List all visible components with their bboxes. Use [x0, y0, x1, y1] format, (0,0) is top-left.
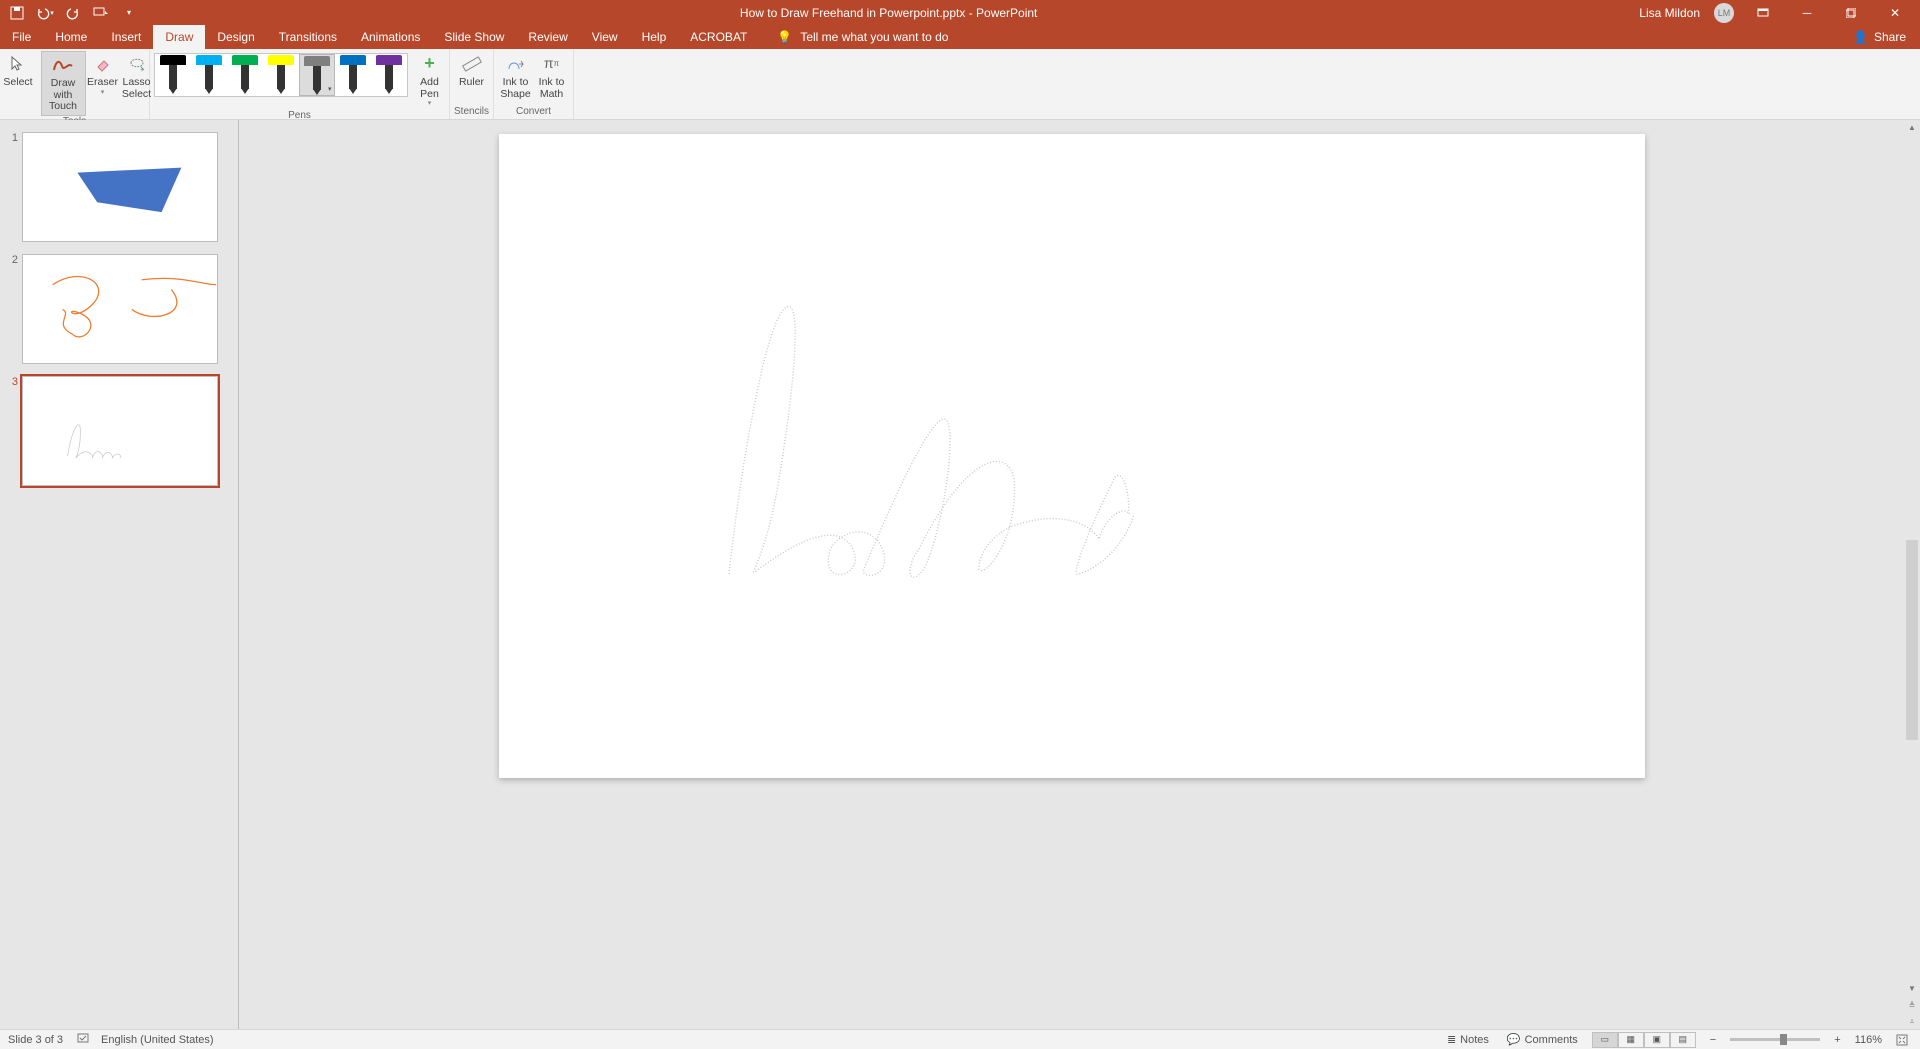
plus-icon: + — [419, 53, 441, 75]
start-from-beginning-icon[interactable] — [92, 4, 110, 22]
tab-file[interactable]: File — [0, 25, 43, 49]
lightbulb-icon: 💡 — [777, 30, 792, 44]
slide-thumbnail-1[interactable] — [22, 132, 218, 242]
maximize-button[interactable] — [1836, 0, 1866, 25]
tab-draw[interactable]: Draw — [153, 25, 205, 49]
lasso-icon: + — [126, 53, 148, 75]
pen-item-0[interactable] — [155, 54, 191, 96]
pen-gallery: ▾ — [154, 53, 408, 97]
ink-to-shape-icon — [505, 53, 527, 75]
pen-item-4[interactable]: ▾ — [299, 54, 335, 96]
scroll-up-icon[interactable]: ▲ — [1904, 120, 1920, 134]
zoom-out-button[interactable]: − — [1706, 1034, 1720, 1046]
close-button[interactable]: ✕ — [1880, 0, 1910, 25]
slide-canvas[interactable] — [499, 134, 1645, 778]
eraser-button[interactable]: Eraser▾ — [86, 51, 120, 98]
slide-thumbnail-3[interactable] — [22, 376, 218, 486]
normal-view-button[interactable]: ▭ — [1592, 1032, 1618, 1048]
ink-to-shape-button[interactable]: Ink to Shape — [498, 51, 534, 102]
comments-button[interactable]: 💬Comments — [1503, 1033, 1582, 1046]
add-pen-button[interactable]: + Add Pen▾ — [414, 51, 446, 110]
tab-acrobat[interactable]: ACROBAT — [678, 25, 759, 49]
scroll-down-icon[interactable]: ▼ — [1904, 981, 1920, 995]
hello-drawing — [709, 279, 1169, 589]
avatar[interactable]: LM — [1714, 3, 1734, 23]
tab-insert[interactable]: Insert — [99, 25, 153, 49]
language-label[interactable]: English (United States) — [101, 1034, 214, 1046]
tab-view[interactable]: View — [580, 25, 630, 49]
next-slide-icon[interactable]: ⩡ — [1904, 1015, 1920, 1029]
thumb-number-1: 1 — [8, 132, 22, 144]
tell-me-search[interactable]: 💡 Tell me what you want to do — [759, 25, 948, 49]
ruler-icon — [461, 53, 483, 75]
cursor-icon — [7, 53, 29, 75]
group-label-stencils: Stencils — [454, 106, 489, 119]
lasso-select-button[interactable]: + Lasso Select — [120, 51, 154, 102]
thumb-number-3: 3 — [8, 376, 22, 388]
slide-thumbnail-2[interactable] — [22, 254, 218, 364]
pen-item-1[interactable] — [191, 54, 227, 96]
share-button[interactable]: Share — [1874, 30, 1906, 44]
user-name: Lisa Mildon — [1639, 6, 1700, 20]
spellcheck-icon[interactable] — [77, 1032, 91, 1047]
tab-review[interactable]: Review — [516, 25, 579, 49]
zoom-in-button[interactable]: + — [1830, 1034, 1844, 1046]
vertical-scrollbar[interactable]: ▲ ▼ ≜ ⩡ — [1904, 120, 1920, 1029]
zoom-level[interactable]: 116% — [1855, 1034, 1882, 1046]
group-stencils: Ruler Stencils — [450, 49, 494, 119]
slide-editor[interactable] — [239, 120, 1904, 1029]
app-suffix: - PowerPoint — [965, 6, 1037, 20]
prev-slide-icon[interactable]: ≜ — [1904, 998, 1920, 1012]
customize-qat-icon[interactable]: ▾ — [120, 4, 138, 22]
pen-item-5[interactable] — [335, 54, 371, 96]
svg-text:+: + — [140, 67, 144, 73]
slide-thumbnail-panel: 1 2 3 — [0, 120, 239, 1029]
tab-home[interactable]: Home — [43, 25, 99, 49]
tab-slide-show[interactable]: Slide Show — [432, 25, 516, 49]
pen-item-2[interactable] — [227, 54, 263, 96]
tab-help[interactable]: Help — [630, 25, 679, 49]
fit-to-window-button[interactable] — [1892, 1034, 1912, 1046]
pen-item-3[interactable] — [263, 54, 299, 96]
redo-icon[interactable] — [64, 4, 82, 22]
tab-design[interactable]: Design — [205, 25, 266, 49]
notes-button[interactable]: ≣Notes — [1443, 1033, 1493, 1046]
tab-transitions[interactable]: Transitions — [267, 25, 349, 49]
select-button[interactable]: Select — [0, 51, 41, 91]
draw-with-touch-button[interactable]: Draw with Touch — [41, 51, 86, 116]
tell-me-label: Tell me what you want to do — [800, 30, 948, 44]
save-icon[interactable] — [8, 4, 26, 22]
slide-sorter-view-button[interactable]: ▦ — [1618, 1032, 1644, 1048]
ruler-button[interactable]: Ruler — [454, 51, 490, 91]
group-pens: ▾ + Add Pen▾ Pens — [150, 49, 450, 119]
slide-counter[interactable]: Slide 3 of 3 — [8, 1034, 63, 1046]
group-convert: Ink to Shape ππ Ink to Math Convert — [494, 49, 574, 119]
eraser-icon — [92, 53, 114, 75]
slideshow-view-button[interactable]: ▤ — [1670, 1032, 1696, 1048]
ink-to-math-icon: ππ — [541, 53, 563, 75]
thumb-number-2: 2 — [8, 254, 22, 266]
scrollbar-thumb[interactable] — [1906, 540, 1918, 740]
share-icon: 👤 — [1853, 30, 1868, 44]
comments-icon: 💬 — [1507, 1033, 1521, 1046]
document-name: How to Draw Freehand in Powerpoint.pptx — [740, 6, 965, 20]
scribble-icon — [52, 54, 74, 76]
group-label-convert: Convert — [516, 106, 551, 119]
reading-view-button[interactable]: ▣ — [1644, 1032, 1670, 1048]
zoom-slider[interactable] — [1730, 1038, 1820, 1041]
minimize-button[interactable]: ─ — [1792, 0, 1822, 25]
tab-animations[interactable]: Animations — [349, 25, 432, 49]
ink-to-math-button[interactable]: ππ Ink to Math — [534, 51, 570, 102]
pen-item-6[interactable] — [371, 54, 407, 96]
notes-icon: ≣ — [1447, 1033, 1456, 1046]
ribbon-display-options-icon[interactable] — [1748, 0, 1778, 25]
undo-icon[interactable]: ▾ — [36, 4, 54, 22]
window-title: How to Draw Freehand in Powerpoint.pptx … — [138, 6, 1639, 20]
view-picker: ▭ ▦ ▣ ▤ — [1592, 1032, 1696, 1048]
group-tools: Select Draw with Touch Eraser▾ + Lasso S… — [0, 49, 150, 119]
